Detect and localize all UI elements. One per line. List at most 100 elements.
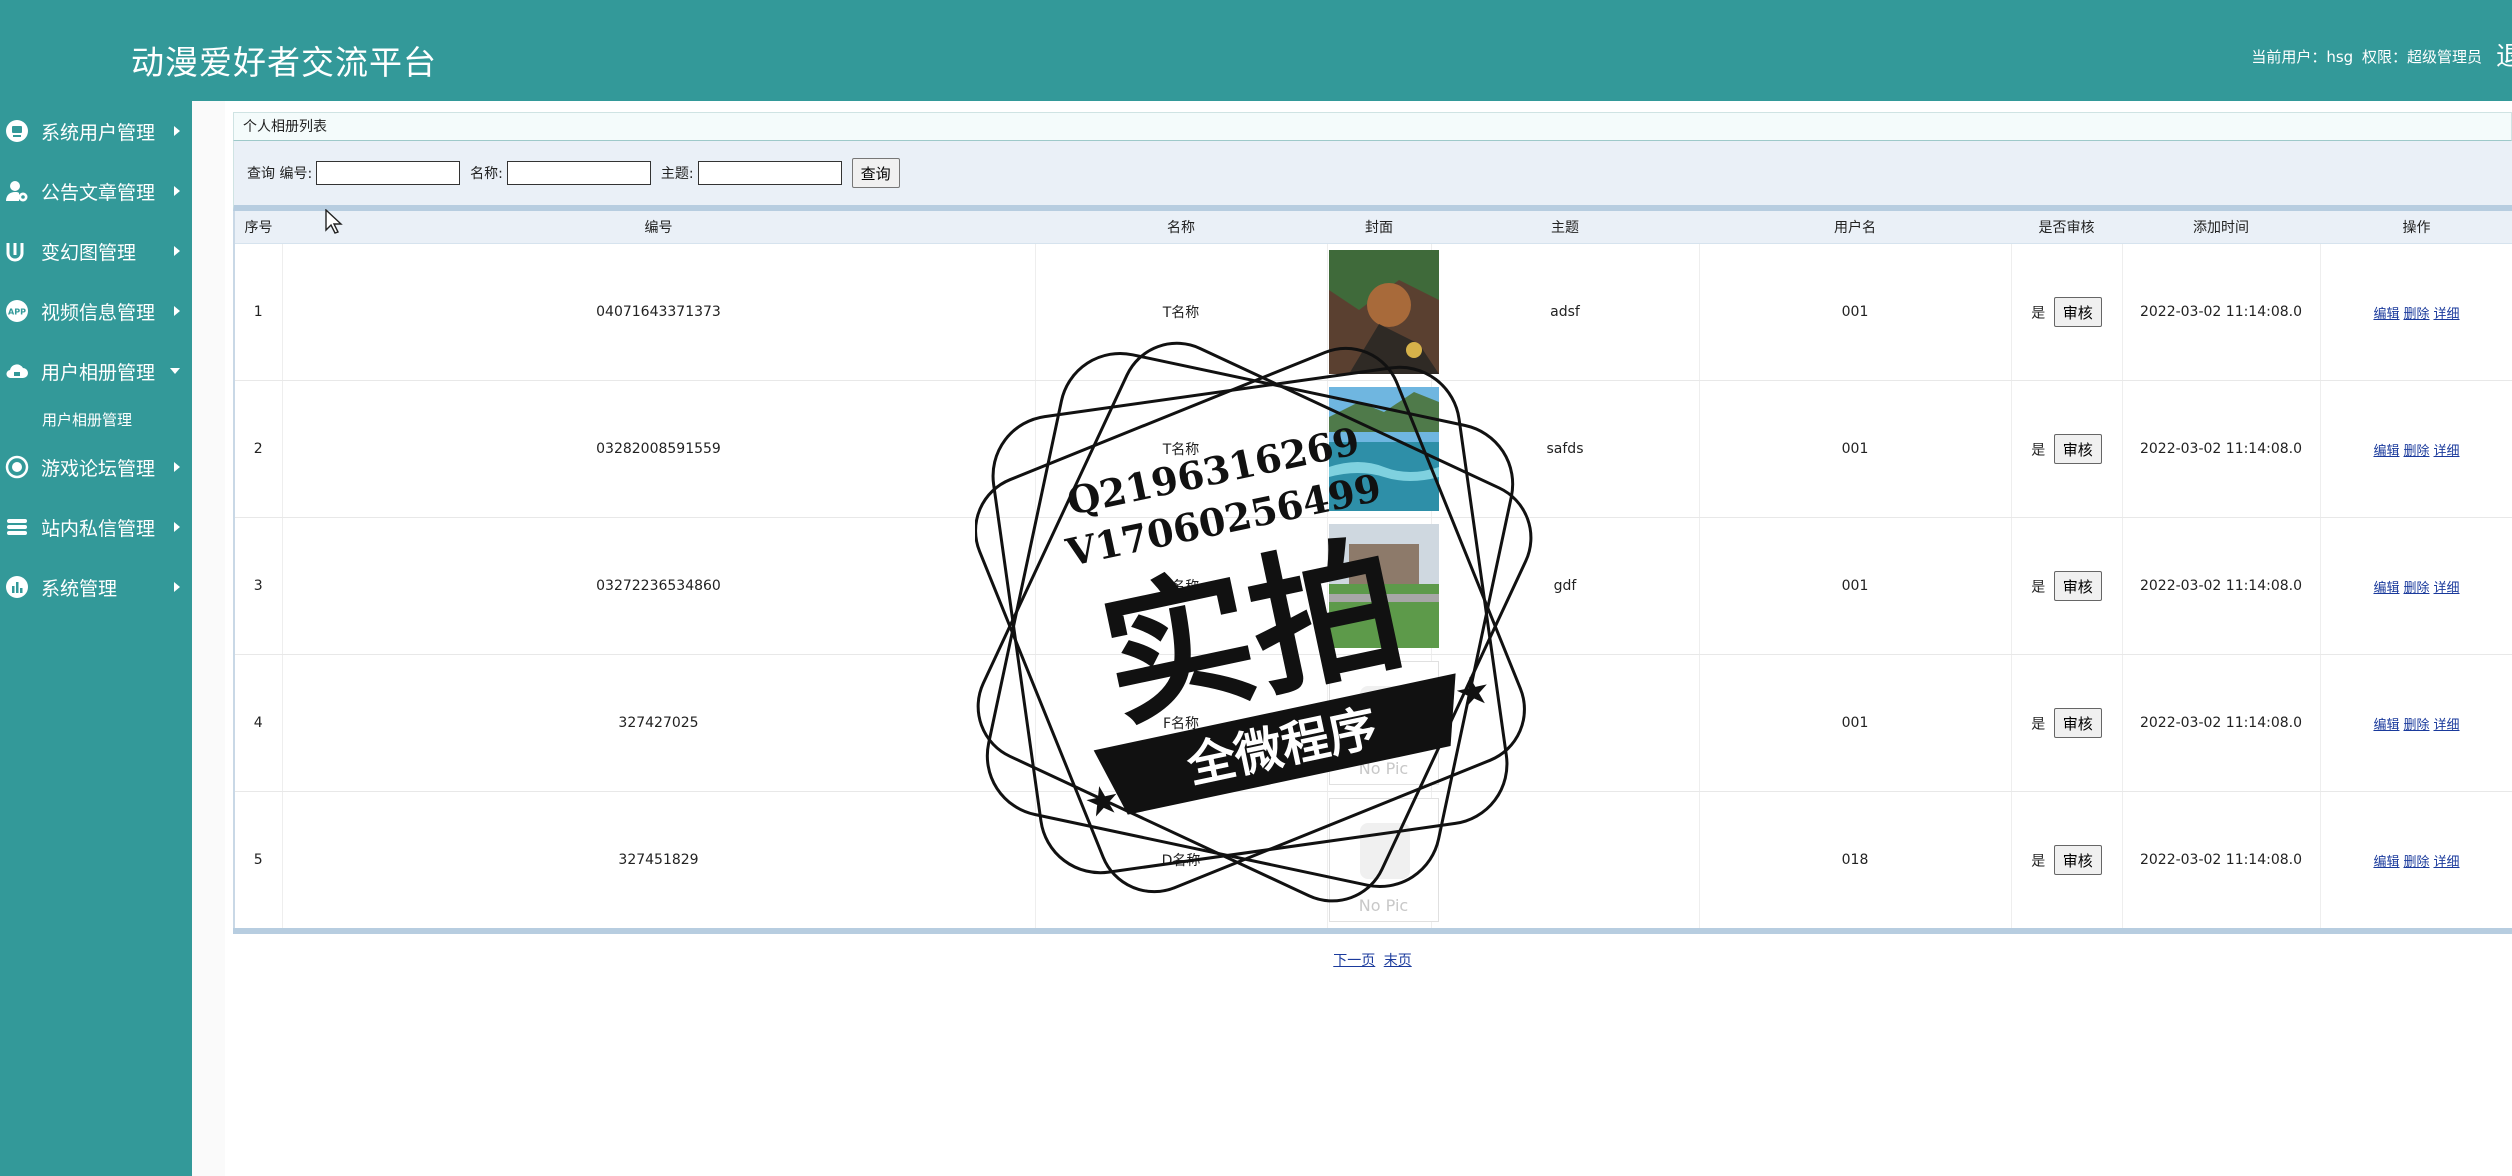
cell-username: 018 [1699,791,2012,934]
sidebar-item-private-messages[interactable]: 站内私信管理 [0,497,192,557]
audited-value: 是 [2031,305,2046,322]
name-search-input[interactable] [506,161,651,185]
detail-link[interactable]: 详细 [2434,444,2460,459]
sidebar-item-game-forum[interactable]: 游戏论坛管理 [0,437,192,497]
sidebar-item-user-albums[interactable]: 用户相册管理 [0,341,192,401]
sidebar-item-label: 系统用户管理 [41,121,156,144]
chevron-right-icon [174,522,180,532]
cell-time: 2022-03-02 11:14:08.0 [2122,380,2321,518]
detail-link[interactable]: 详细 [2434,581,2460,596]
cover-image[interactable] [1328,250,1439,374]
chevron-down-icon [170,368,180,374]
sidebar-item-label: 视频信息管理 [41,301,156,324]
cell-username: 001 [1699,380,2012,518]
name-field-label: 名称: [470,166,503,182]
detail-link[interactable]: 详细 [2434,307,2460,322]
no-pic-placeholder[interactable]: No Pic [1328,798,1439,922]
table-header-row: 序号 编号 名称 封面 主题 用户名 是否审核 添加时间 操作 [234,211,2512,244]
cell-cover: No Pic [1327,791,1439,934]
delete-link[interactable]: 删除 [2403,307,2429,322]
cell-topic [1431,791,1700,934]
cell-topic [1431,654,1700,792]
audited-value: 是 [2031,442,2046,459]
cell-actions: 编辑 删除 详细 [2320,654,2512,792]
cell-username: 001 [1699,654,2012,792]
cell-name: T名称 [1035,380,1328,518]
next-page-link[interactable]: 下一页 [1333,953,1375,969]
col-header-index: 序号 [234,211,282,244]
cell-name: D名称 [1035,791,1328,934]
cell-cover [1327,517,1439,655]
edit-link[interactable]: 编辑 [2373,444,2399,459]
cell-cover: No Pic [1327,654,1439,792]
submenu-item-user-albums[interactable]: 用户相册管理 [0,401,192,437]
logout-link[interactable]: 退 [2496,36,2512,73]
detail-link[interactable]: 详细 [2434,718,2460,733]
cell-index: 3 [234,517,283,655]
sidebar-item-label: 变幻图管理 [41,241,137,264]
cover-image[interactable] [1328,524,1439,648]
cell-actions: 编辑 删除 详细 [2320,517,2512,655]
topic-search-input[interactable] [697,161,842,185]
cell-name: T名称 [1035,243,1328,381]
chevron-right-icon [174,306,180,316]
sidebar-item-label: 公告文章管理 [41,181,156,204]
delete-link[interactable]: 删除 [2403,444,2429,459]
no-pic-label: No Pic [1358,896,1409,915]
audit-button[interactable]: 审核 [2053,434,2102,464]
sidebar-item-label: 用户相册管理 [41,361,156,384]
cell-time: 2022-03-02 11:14:08.0 [2122,791,2321,934]
edit-link[interactable]: 编辑 [2373,581,2399,596]
database-icon [5,515,29,539]
sidebar-item-announcements[interactable]: 公告文章管理 [0,161,192,221]
col-header-username: 用户名 [1699,211,2011,244]
search-button[interactable]: 查询 [851,158,900,188]
audit-button[interactable]: 审核 [2053,708,2102,738]
topic-field-label: 主题: [660,166,694,182]
no-pic-placeholder[interactable]: No Pic [1328,661,1439,785]
cell-index: 5 [234,791,283,934]
app-icon: APP [5,299,29,323]
sidebar-item-carousel[interactable]: 变幻图管理 [0,221,192,281]
cell-code: 04071643371373 [282,243,1036,381]
no-pic-label: No Pic [1358,759,1409,778]
cell-audited: 是 审核 [2011,517,2123,655]
album-table: 序号 编号 名称 封面 主题 用户名 是否审核 添加时间 操作 1 040716… [233,211,2512,934]
cell-topic: adsf [1431,243,1700,381]
audit-button[interactable]: 审核 [2053,571,2102,601]
last-page-link[interactable]: 末页 [1384,953,1412,969]
table-row: 3 03272236534860 T名称 gdf 001 是 审核 2022-0… [234,517,2512,655]
edit-link[interactable]: 编辑 [2373,855,2399,870]
cell-audited: 是 审核 [2011,654,2123,792]
sidebar-item-videos[interactable]: APP 视频信息管理 [0,281,192,341]
delete-link[interactable]: 删除 [2403,718,2429,733]
svg-text:APP: APP [8,308,26,317]
table-row: 1 04071643371373 T名称 adsf 001 是 审核 2022-… [234,243,2512,381]
cloud-icon [5,359,29,383]
sidebar-item-system-management[interactable]: 系统管理 [0,557,192,617]
code-search-input[interactable] [316,161,461,185]
col-header-audited: 是否审核 [2011,211,2122,244]
user-permission: 权限：超级管理员 [2361,48,2482,66]
delete-link[interactable]: 删除 [2403,855,2429,870]
audit-button[interactable]: 审核 [2053,845,2102,875]
cell-audited: 是 审核 [2011,380,2123,518]
cell-name: T名称 [1035,517,1328,655]
cell-index: 1 [234,243,283,381]
delete-link[interactable]: 删除 [2403,581,2429,596]
chevron-right-icon [174,582,180,592]
audit-button[interactable]: 审核 [2053,297,2102,327]
target-icon [5,455,29,479]
cell-time: 2022-03-02 11:14:08.0 [2122,654,2321,792]
sidebar-item-system-users[interactable]: 系统用户管理 [0,101,192,161]
chevron-right-icon [174,186,180,196]
detail-link[interactable]: 详细 [2434,855,2460,870]
edit-link[interactable]: 编辑 [2373,718,2399,733]
user-info: 当前用户：hsg 权限：超级管理员 [2247,46,2482,67]
cover-image[interactable] [1328,387,1439,511]
carousel-icon [5,239,29,263]
cell-topic: gdf [1431,517,1700,655]
code-field-label: 编号: [279,166,313,182]
col-header-topic: 主题 [1431,211,1699,244]
edit-link[interactable]: 编辑 [2373,307,2399,322]
